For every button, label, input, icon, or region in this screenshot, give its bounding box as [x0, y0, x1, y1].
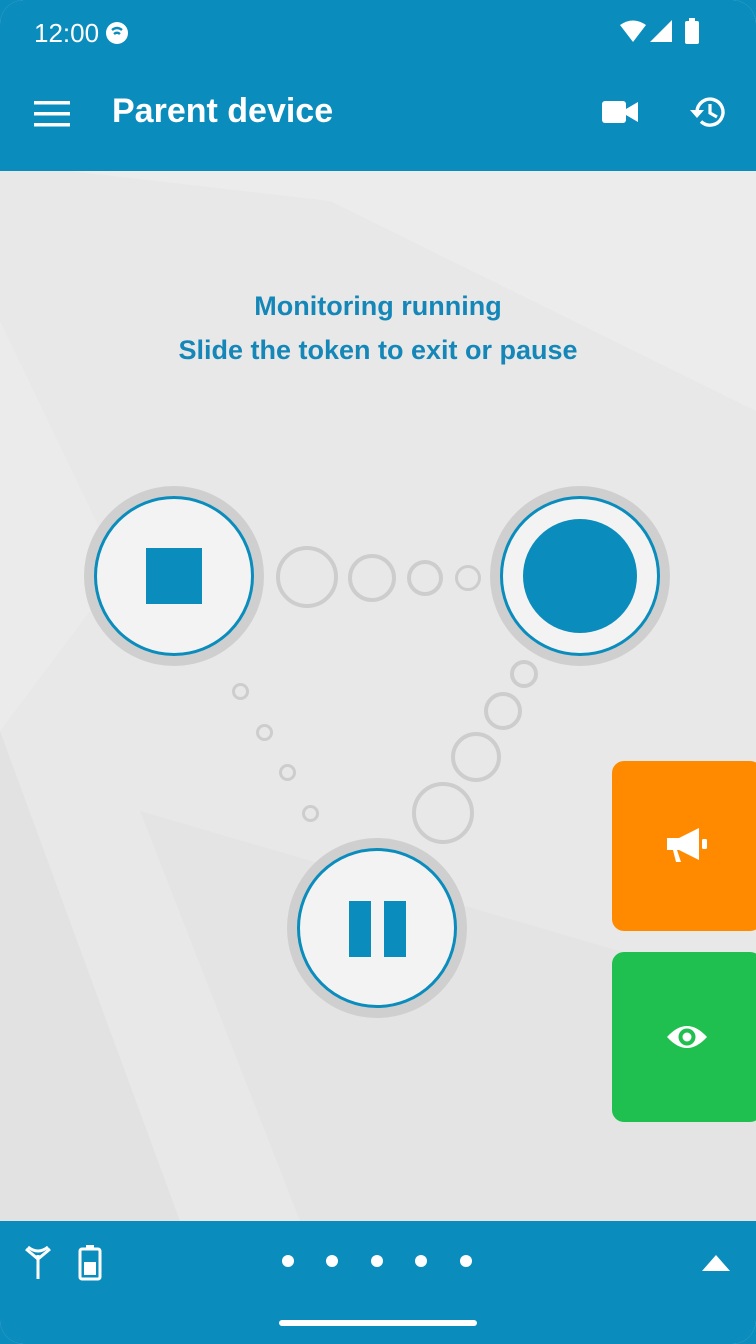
path-bubble — [302, 805, 319, 822]
page-title: Parent device — [112, 92, 334, 130]
path-bubble — [279, 764, 296, 781]
page-dot[interactable] — [415, 1255, 427, 1267]
pause-icon-bar — [384, 901, 406, 957]
app-bar: 12:00 Parent device — [0, 0, 756, 171]
path-bubble — [412, 782, 474, 844]
pause-button[interactable] — [297, 848, 457, 1008]
triangle-up-icon[interactable] — [702, 1253, 730, 1276]
hamburger-menu-icon[interactable] — [22, 84, 82, 144]
record-token[interactable] — [500, 496, 660, 656]
stop-button[interactable] — [94, 496, 254, 656]
path-bubble — [232, 683, 249, 700]
page-dot[interactable] — [460, 1255, 472, 1267]
path-bubble — [451, 732, 501, 782]
monitoring-token[interactable] — [523, 519, 637, 633]
page-dot[interactable] — [326, 1255, 338, 1267]
announce-button[interactable] — [612, 761, 756, 931]
record-zone[interactable] — [490, 486, 670, 666]
status-time: 12:00 — [34, 18, 100, 48]
bottom-bar — [0, 1221, 756, 1344]
monitoring-panel: Monitoring running Slide the token to ex… — [0, 171, 756, 1221]
wifi-icon — [620, 20, 646, 47]
stop-zone[interactable] — [84, 486, 264, 666]
megaphone-icon — [667, 828, 707, 862]
history-icon[interactable] — [678, 82, 738, 142]
app-screen: 12:00 Parent device Monitoring running S… — [0, 0, 756, 1344]
pause-zone[interactable] — [287, 838, 467, 1018]
home-indicator[interactable] — [279, 1320, 477, 1326]
status-message-line1: Monitoring running — [254, 291, 502, 321]
video-camera-icon[interactable] — [590, 82, 650, 142]
status-battery-icon — [685, 18, 699, 49]
page-dot[interactable] — [371, 1255, 383, 1267]
pause-icon — [349, 901, 371, 957]
sync-status-icon — [104, 20, 130, 51]
path-bubble — [348, 554, 396, 602]
stop-icon — [146, 548, 202, 604]
cell-signal-icon — [650, 20, 672, 47]
path-bubble — [276, 546, 338, 608]
eye-icon — [667, 1026, 707, 1048]
path-bubble — [455, 565, 481, 591]
status-message-line2: Slide the token to exit or pause — [178, 335, 578, 365]
battery-icon — [78, 1245, 102, 1286]
path-bubble — [510, 660, 538, 688]
path-bubble — [407, 560, 443, 596]
page-dot[interactable] — [282, 1255, 294, 1267]
path-bubble — [484, 692, 522, 730]
path-bubble — [256, 724, 273, 741]
view-button[interactable] — [612, 952, 756, 1122]
antenna-icon — [24, 1245, 52, 1286]
